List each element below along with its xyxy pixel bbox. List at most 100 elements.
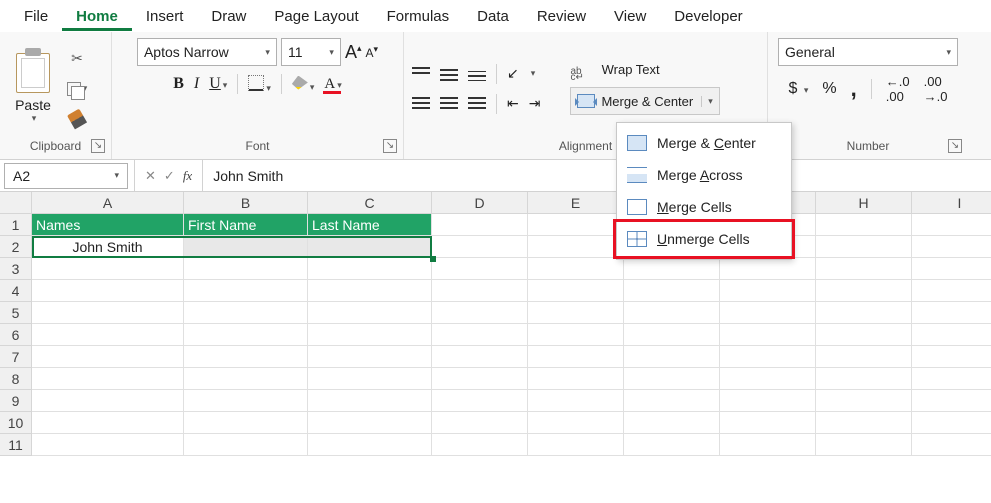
cancel-button[interactable]: ✕: [145, 168, 156, 184]
orientation-button[interactable]: [507, 65, 519, 82]
fill-color-button[interactable]: ▾: [292, 76, 315, 93]
tab-page-layout[interactable]: Page Layout: [260, 2, 372, 31]
font-name-select[interactable]: Aptos Narrow▾: [137, 38, 277, 66]
halign-left-button[interactable]: [412, 97, 430, 111]
cell[interactable]: First Name: [184, 214, 308, 236]
tab-insert[interactable]: Insert: [132, 2, 198, 31]
cell[interactable]: [624, 390, 720, 412]
tab-review[interactable]: Review: [523, 2, 600, 31]
cell[interactable]: [912, 258, 991, 280]
cell[interactable]: Last Name: [308, 214, 432, 236]
cell[interactable]: [912, 390, 991, 412]
cell[interactable]: [912, 412, 991, 434]
cell[interactable]: [816, 368, 912, 390]
cell[interactable]: [528, 280, 624, 302]
cell[interactable]: [432, 390, 528, 412]
valign-middle-button[interactable]: [440, 67, 458, 81]
cell-active[interactable]: John Smith: [32, 236, 184, 258]
cell[interactable]: [624, 412, 720, 434]
cell[interactable]: [184, 302, 308, 324]
cell[interactable]: [912, 346, 991, 368]
cell[interactable]: [308, 324, 432, 346]
cell[interactable]: [720, 390, 816, 412]
fill-handle[interactable]: [430, 256, 436, 262]
enter-button[interactable]: ✓: [164, 168, 175, 184]
dialog-launcher-icon[interactable]: ↘: [383, 139, 397, 153]
cell[interactable]: [308, 258, 432, 280]
cell[interactable]: [624, 434, 720, 456]
cell[interactable]: [912, 214, 991, 236]
cell[interactable]: [624, 258, 720, 280]
row-header[interactable]: 1: [0, 214, 32, 236]
cell[interactable]: [816, 280, 912, 302]
cell[interactable]: [32, 302, 184, 324]
cell[interactable]: [32, 258, 184, 280]
cell[interactable]: [720, 346, 816, 368]
cell[interactable]: [308, 280, 432, 302]
col-header[interactable]: I: [912, 192, 991, 214]
cell[interactable]: [184, 324, 308, 346]
cell[interactable]: [624, 280, 720, 302]
col-header[interactable]: A: [32, 192, 184, 214]
cell[interactable]: [528, 236, 624, 258]
cell[interactable]: [528, 324, 624, 346]
halign-center-button[interactable]: [440, 97, 458, 111]
row-header[interactable]: 3: [0, 258, 32, 280]
cell[interactable]: [432, 258, 528, 280]
valign-top-button[interactable]: [412, 67, 430, 77]
cell[interactable]: [432, 302, 528, 324]
cell[interactable]: [528, 214, 624, 236]
comma-button[interactable]: ,: [851, 76, 857, 102]
row-header[interactable]: 2: [0, 236, 32, 258]
row-header[interactable]: 10: [0, 412, 32, 434]
tab-file[interactable]: File: [10, 2, 62, 31]
dialog-launcher-icon[interactable]: ↘: [948, 139, 962, 153]
decrease-font-button[interactable]: A▾: [366, 44, 379, 61]
format-painter-button[interactable]: [64, 107, 90, 131]
cell[interactable]: [308, 434, 432, 456]
cell[interactable]: [32, 368, 184, 390]
cell[interactable]: [432, 280, 528, 302]
cell[interactable]: [624, 324, 720, 346]
cell[interactable]: [432, 368, 528, 390]
row-header[interactable]: 7: [0, 346, 32, 368]
row-header[interactable]: 9: [0, 390, 32, 412]
borders-button[interactable]: ▾: [248, 75, 271, 94]
cell[interactable]: [528, 302, 624, 324]
cell[interactable]: [816, 434, 912, 456]
number-format-select[interactable]: General▾: [778, 38, 958, 66]
col-header[interactable]: H: [816, 192, 912, 214]
cell[interactable]: [528, 434, 624, 456]
decrease-decimal-button[interactable]: .00→.0: [924, 74, 948, 104]
cell[interactable]: [184, 390, 308, 412]
name-box[interactable]: A2▾: [4, 163, 128, 189]
menu-merge-cells[interactable]: Merge Cells: [617, 191, 791, 223]
cell[interactable]: [912, 368, 991, 390]
insert-function-button[interactable]: fx: [183, 168, 192, 184]
cell[interactable]: Names: [32, 214, 184, 236]
cell[interactable]: [720, 258, 816, 280]
bold-button[interactable]: B: [173, 75, 184, 93]
cell[interactable]: [184, 412, 308, 434]
menu-merge-center[interactable]: Merge & Center: [617, 127, 791, 159]
cell[interactable]: [912, 280, 991, 302]
cell[interactable]: [432, 236, 528, 258]
col-header[interactable]: B: [184, 192, 308, 214]
cell[interactable]: [816, 214, 912, 236]
row-header[interactable]: 5: [0, 302, 32, 324]
cell[interactable]: [432, 324, 528, 346]
cell[interactable]: [720, 324, 816, 346]
row-header[interactable]: 8: [0, 368, 32, 390]
cell[interactable]: [528, 346, 624, 368]
cell[interactable]: [184, 368, 308, 390]
cell[interactable]: [720, 434, 816, 456]
increase-font-button[interactable]: A▴: [345, 42, 362, 63]
cell[interactable]: [32, 390, 184, 412]
wrap-text-button[interactable]: abc↵ Wrap Text: [570, 62, 719, 77]
cell[interactable]: [32, 434, 184, 456]
cell[interactable]: [816, 324, 912, 346]
dialog-launcher-icon[interactable]: ↘: [91, 139, 105, 153]
cut-button[interactable]: [64, 47, 90, 71]
cell[interactable]: [32, 412, 184, 434]
cell[interactable]: [184, 280, 308, 302]
